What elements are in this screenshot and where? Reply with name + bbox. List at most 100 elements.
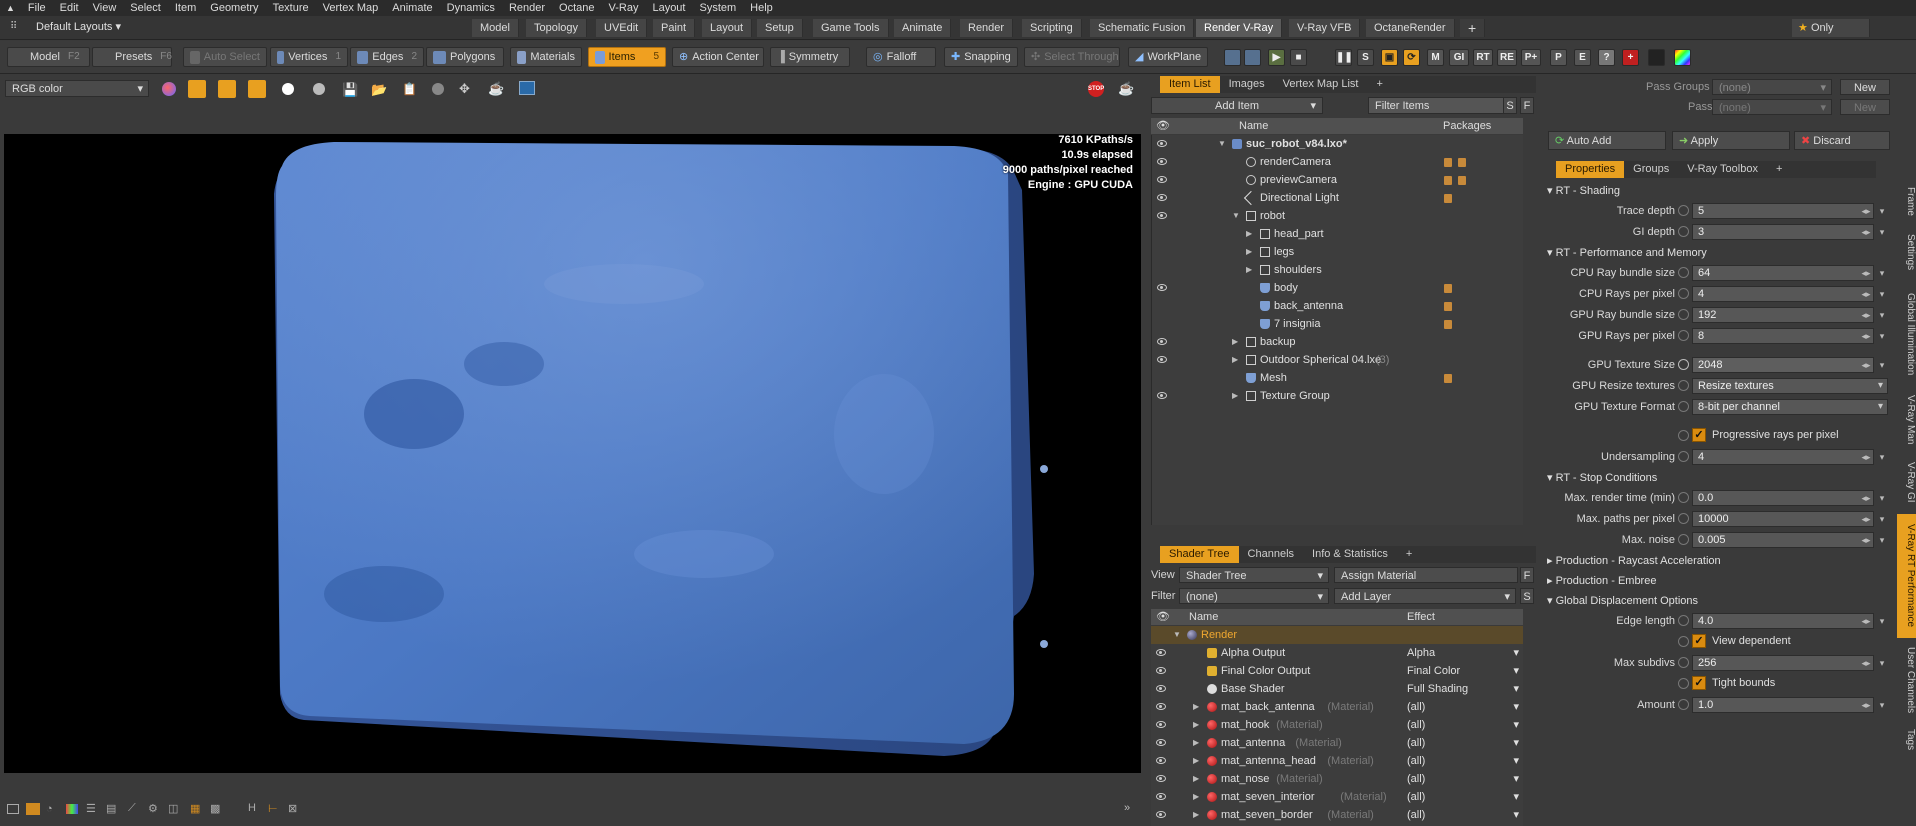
tab-setup[interactable]: Setup [757, 19, 803, 37]
lens-icon[interactable]: ▦ [190, 802, 200, 815]
dropdown-arrow-icon[interactable]: ▾ [1876, 512, 1888, 526]
clock-icon[interactable]: ◔ [46, 803, 53, 815]
tab-render-vray[interactable]: Render V-Ray [1196, 19, 1283, 37]
grey-sphere-icon[interactable] [313, 83, 325, 95]
tight-bounds-checkbox[interactable]: ✓ [1692, 676, 1706, 690]
dropdown-arrow-icon[interactable]: ▾ [1876, 656, 1888, 670]
lock-icon[interactable] [1678, 615, 1689, 626]
col-effect[interactable]: Effect [1407, 609, 1435, 625]
p-plus-button[interactable]: P+ [1521, 49, 1541, 66]
curve-icon[interactable]: ⟋ [128, 802, 136, 815]
lock-icon[interactable] [1678, 288, 1689, 299]
embree-section[interactable]: ▸ Production - Embree [1547, 572, 1656, 590]
spin-icon[interactable]: ◂▸ [1860, 358, 1872, 372]
add-item-dropdown[interactable]: Add Item ▾ [1151, 97, 1323, 114]
collapse-arrow-icon[interactable]: ▼ [1232, 207, 1240, 225]
lock-icon[interactable] [1678, 401, 1689, 412]
shader-row[interactable]: ▶ mat_antenna_head (Material) (all) ▾ [1151, 752, 1523, 770]
visibility-eye-icon[interactable] [1157, 338, 1167, 345]
dropdown-arrow-icon[interactable]: ▾ [1876, 329, 1888, 343]
rt-stop-section[interactable]: ▾ RT - Stop Conditions [1547, 469, 1657, 487]
items-button[interactable]: Items 5 [588, 47, 666, 67]
expand-arrow-icon[interactable]: ▶ [1246, 243, 1252, 261]
e-button[interactable]: E [1574, 49, 1591, 66]
model-button[interactable]: Model F2 [7, 47, 90, 67]
sphere-icon[interactable] [432, 83, 444, 95]
side-tab-vray-rt-performance[interactable]: V-Ray RT Performance [1897, 514, 1916, 638]
auto-select-button[interactable]: Auto Select [183, 47, 267, 67]
new-pass-group-button[interactable]: New [1840, 79, 1890, 95]
expand-icon[interactable]: » [1124, 802, 1130, 814]
add-shader-tab[interactable]: + [1397, 546, 1421, 563]
tab-model[interactable]: Model [472, 19, 519, 37]
expand-arrow-icon[interactable]: ▶ [1246, 225, 1252, 243]
tab-item-list[interactable]: Item List [1160, 76, 1220, 93]
visibility-eye-icon[interactable] [1156, 721, 1166, 728]
folder-icon[interactable]: 📂 [371, 82, 387, 98]
frame-buffer-icon[interactable] [519, 81, 535, 95]
tab-channels[interactable]: Channels [1239, 546, 1303, 563]
dropdown-arrow-icon[interactable]: ▾ [1876, 358, 1888, 372]
filter-s-button[interactable]: S [1503, 97, 1517, 114]
expand-arrow-icon[interactable]: ▶ [1193, 734, 1199, 752]
save-icon[interactable]: 💾 [342, 82, 358, 98]
menu-edit[interactable]: Edit [53, 0, 86, 16]
visibility-eye-icon[interactable] [1156, 685, 1166, 692]
orange-image-icon[interactable] [26, 803, 40, 815]
effect-dropdown[interactable]: (all) ▾ [1407, 752, 1519, 770]
lock-icon[interactable] [1678, 678, 1689, 689]
lock-icon[interactable] [1678, 636, 1689, 647]
effect-dropdown[interactable]: (all) ▾ [1407, 806, 1519, 824]
item-row[interactable]: renderCamera [1152, 153, 1524, 171]
tab-images[interactable]: Images [1220, 76, 1274, 93]
history-icon[interactable]: ▩ [210, 802, 220, 815]
tab-shader-tree[interactable]: Shader Tree [1160, 546, 1239, 563]
menu-select[interactable]: Select [123, 0, 168, 16]
item-row[interactable]: body [1152, 279, 1524, 297]
side-tab-vray-gi[interactable]: V-Ray GI [1897, 456, 1916, 508]
spin-icon[interactable]: ◂▸ [1860, 450, 1872, 464]
package-icon[interactable] [1444, 374, 1452, 383]
item-row[interactable]: ▶ legs [1152, 243, 1524, 261]
dropdown-arrow-icon[interactable]: ▾ [1876, 266, 1888, 280]
menu-layout[interactable]: Layout [645, 0, 692, 16]
dropdown-arrow-icon[interactable]: ▾ [1876, 533, 1888, 547]
tab-uvedit[interactable]: UVEdit [596, 19, 648, 37]
tab-vray-vfb[interactable]: V-Ray VFB [1289, 19, 1361, 37]
tab-properties[interactable]: Properties [1556, 161, 1625, 178]
raycast-section[interactable]: ▸ Production - Raycast Acceleration [1547, 552, 1721, 570]
visibility-eye-icon[interactable] [1157, 284, 1167, 291]
vray-logo-icon[interactable] [1648, 49, 1665, 66]
item-row[interactable]: ▼ robot [1152, 207, 1524, 225]
expand-arrow-icon[interactable]: ▶ [1232, 333, 1238, 351]
assign-material-button[interactable]: Assign Material [1334, 567, 1518, 583]
spin-icon[interactable]: ◂▸ [1860, 266, 1872, 280]
package-icon[interactable] [1444, 284, 1452, 293]
side-tab-tags[interactable]: Tags [1897, 722, 1916, 758]
visibility-eye-icon[interactable] [1157, 176, 1167, 183]
refresh-icon[interactable]: ⟳ [1403, 49, 1420, 66]
render-window-icon[interactable] [1224, 49, 1241, 66]
visibility-eye-icon[interactable] [1156, 811, 1166, 818]
max-subdivs-field[interactable]: 256 [1692, 655, 1874, 671]
falloff-button[interactable]: ◎ Falloff [866, 47, 936, 67]
menu-animate[interactable]: Animate [385, 0, 439, 16]
gpu-format-dropdown[interactable]: 8-bit per channel [1692, 399, 1888, 415]
collapse-arrow-icon[interactable]: ▼ [1173, 626, 1181, 644]
tab-paint[interactable]: Paint [653, 19, 696, 37]
expand-arrow-icon[interactable]: ▶ [1193, 698, 1199, 716]
gi-depth-field[interactable]: 3 [1692, 224, 1874, 240]
visibility-eye-icon[interactable] [1156, 793, 1166, 800]
stop-render-icon[interactable]: STOP [1088, 81, 1104, 97]
cpu-bundle-field[interactable]: 64 [1692, 265, 1874, 281]
tab-game-tools[interactable]: Game Tools [813, 19, 889, 37]
lock-icon[interactable] [1678, 380, 1689, 391]
lock-icon[interactable] [1678, 309, 1689, 320]
region-icon[interactable]: ▣ [1381, 49, 1398, 66]
item-row[interactable]: ▶ backup [1152, 333, 1524, 351]
visibility-eye-icon[interactable] [1157, 356, 1167, 363]
shader-row[interactable]: ▶ mat_seven_interior (Material) (all) ▾ [1151, 788, 1523, 806]
pause-icon[interactable]: ❚❚ [1335, 49, 1353, 66]
tab-groups[interactable]: Groups [1624, 161, 1678, 178]
visibility-eye-icon[interactable] [1156, 775, 1166, 782]
